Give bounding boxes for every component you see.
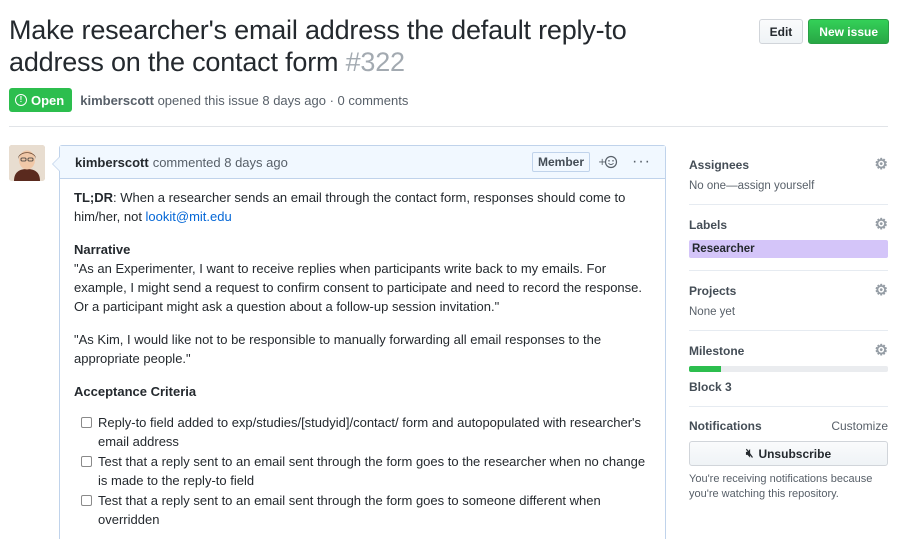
comment-box: kimberscott commented 8 days ago Member … bbox=[52, 145, 666, 539]
acceptance-heading: Acceptance Criteria bbox=[74, 384, 197, 399]
milestone-progress-bar bbox=[689, 366, 888, 372]
header-divider bbox=[9, 126, 888, 127]
member-badge: Member bbox=[532, 152, 591, 172]
task-item: Test that a reply sent to an email sent … bbox=[81, 452, 650, 490]
smiley-plus-icon[interactable]: + bbox=[598, 155, 618, 169]
avatar[interactable] bbox=[9, 145, 45, 181]
milestone-name[interactable]: Block 3 bbox=[689, 380, 888, 394]
gear-icon[interactable]: ⚙ bbox=[875, 157, 888, 172]
customize-link[interactable]: Customize bbox=[831, 419, 888, 433]
sidebar-assignees: Assignees ⚙ No one—assign yourself bbox=[689, 145, 888, 205]
issue-number: #322 bbox=[345, 47, 405, 77]
task-checkbox[interactable] bbox=[81, 417, 92, 428]
sidebar-projects: Projects ⚙ None yet bbox=[689, 271, 888, 331]
sidebar-labels: Labels ⚙ Researcher bbox=[689, 205, 888, 271]
unsubscribe-button[interactable]: 🔇︎ Unsubscribe bbox=[689, 441, 888, 466]
header-actions: Edit New issue bbox=[758, 19, 889, 44]
avatar-image bbox=[9, 145, 45, 181]
tldr-paragraph: TL;DR: When a researcher sends an email … bbox=[74, 188, 650, 226]
task-checkbox[interactable] bbox=[81, 456, 92, 467]
narrative-paragraph-2: "As Kim, I would like not to be responsi… bbox=[74, 332, 602, 366]
comment-timestamp: commented 8 days ago bbox=[152, 154, 288, 170]
issue-opened-text: opened this issue 8 days ago · 0 comment… bbox=[157, 92, 409, 108]
projects-heading: Projects bbox=[689, 283, 737, 298]
issue-title: Make researcher's email address the defa… bbox=[9, 14, 709, 78]
gear-icon[interactable]: ⚙ bbox=[875, 217, 888, 232]
gear-icon[interactable]: ⚙ bbox=[875, 283, 888, 298]
edit-button[interactable]: Edit bbox=[758, 19, 804, 44]
issue-title-text: Make researcher's email address the defa… bbox=[9, 15, 627, 77]
sidebar: Assignees ⚙ No one—assign yourself Labels… bbox=[689, 145, 888, 514]
mute-icon: 🔇︎ bbox=[745, 446, 754, 460]
assignees-heading: Assignees bbox=[689, 157, 750, 172]
label-researcher[interactable]: Researcher bbox=[689, 240, 888, 258]
task-list: Reply-to field added to exp/studies/[stu… bbox=[74, 413, 650, 529]
issue-meta: ! Open kimberscott opened this issue 8 d… bbox=[9, 88, 408, 112]
email-link[interactable]: lookit@mit.edu bbox=[146, 209, 232, 224]
gear-icon[interactable]: ⚙ bbox=[875, 343, 888, 358]
new-issue-button[interactable]: New issue bbox=[808, 19, 889, 44]
notifications-note: You're receiving notifications because y… bbox=[689, 473, 873, 500]
projects-value: None yet bbox=[689, 306, 736, 318]
sidebar-notifications: Notifications Customize 🔇︎ Unsubscribe You… bbox=[689, 407, 888, 514]
milestone-heading: Milestone bbox=[689, 343, 745, 358]
milestone-progress-fill bbox=[689, 366, 721, 372]
comment-body: TL;DR: When a researcher sends an email … bbox=[60, 179, 665, 529]
task-text: Test that a reply sent to an email sent … bbox=[98, 454, 646, 488]
task-item: Test that a reply sent to an email sent … bbox=[81, 491, 650, 529]
labels-heading: Labels bbox=[689, 217, 728, 232]
task-checkbox[interactable] bbox=[81, 495, 92, 506]
task-text: Reply-to field added to exp/studies/[stu… bbox=[98, 415, 642, 449]
tldr-label: TL;DR bbox=[74, 190, 113, 205]
task-item: Reply-to field added to exp/studies/[stu… bbox=[81, 413, 650, 451]
kebab-horizontal-icon[interactable]: ··· bbox=[632, 153, 651, 171]
issue-author-link[interactable]: kimberscott bbox=[80, 93, 154, 108]
status-badge: ! Open bbox=[9, 88, 73, 112]
unsubscribe-label: Unsubscribe bbox=[758, 446, 832, 461]
sidebar-milestone: Milestone ⚙ Block 3 bbox=[689, 331, 888, 407]
issue-opened-icon: ! bbox=[15, 94, 27, 106]
notifications-heading: Notifications bbox=[689, 419, 762, 433]
assignees-value[interactable]: No one—assign yourself bbox=[689, 180, 888, 192]
task-text: Test that a reply sent to an email sent … bbox=[98, 493, 601, 527]
narrative-paragraph-1: "As an Experimenter, I want to receive r… bbox=[74, 261, 642, 314]
narrative-heading: Narrative bbox=[74, 242, 131, 257]
comment-author-link[interactable]: kimberscott bbox=[75, 155, 149, 170]
status-label: Open bbox=[31, 92, 65, 108]
comment-header: kimberscott commented 8 days ago Member … bbox=[60, 146, 665, 179]
